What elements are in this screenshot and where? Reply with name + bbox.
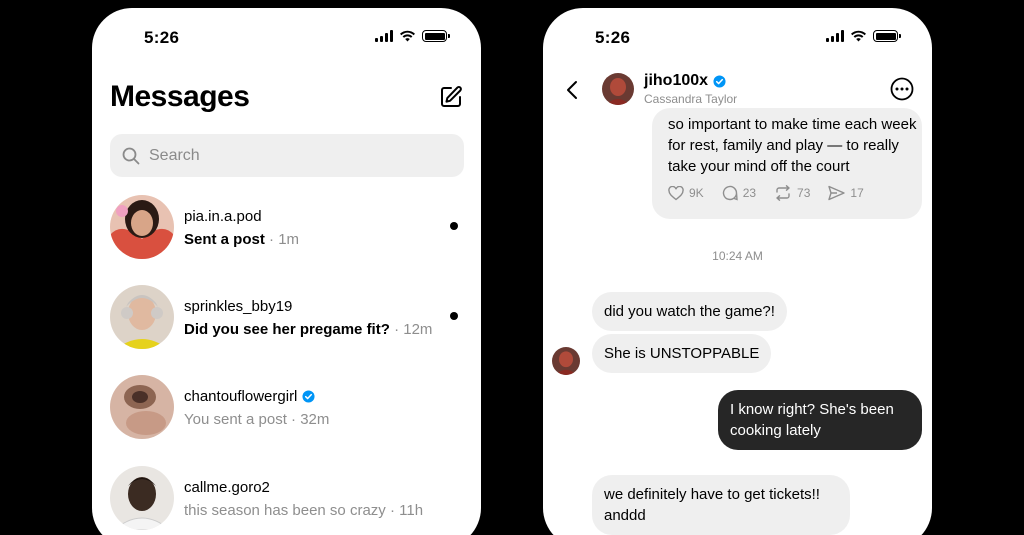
thread-preview: this season has been so crazy · 11h xyxy=(184,502,424,519)
wifi-icon xyxy=(400,30,415,42)
thread-username: chantouflowergirl xyxy=(184,388,298,405)
status-time: 5:26 xyxy=(144,28,180,47)
message-bubble-incoming[interactable]: She is UNSTOPPABLE xyxy=(592,334,772,373)
shares-count: 17 xyxy=(850,186,864,200)
search-icon xyxy=(122,147,140,164)
battery-icon xyxy=(873,30,901,42)
contact-full-name: Cassandra Taylor xyxy=(644,92,738,106)
comments-count: 23 xyxy=(742,186,757,200)
page-title: Messages xyxy=(110,80,250,113)
post-stats: 9K 23 73 17 xyxy=(668,185,864,201)
compose-button[interactable] xyxy=(437,83,465,111)
cellular-signal-icon xyxy=(375,30,393,42)
status-bar: 5:26 xyxy=(92,8,481,68)
message-bubble-incoming[interactable]: did you watch the game?! xyxy=(592,292,787,331)
verified-badge-icon xyxy=(713,74,726,88)
heart-icon xyxy=(668,185,684,200)
conversation-phone: 5:26 jiho100x Cassandra Taylor so import… xyxy=(543,8,932,535)
thread-sprinkles-bby19[interactable]: sprinkles_bby19 Did you see her pregame … xyxy=(110,285,470,351)
avatar xyxy=(110,466,174,530)
unread-indicator xyxy=(450,222,458,230)
thread-username: pia.in.a.pod xyxy=(184,208,262,225)
cellular-signal-icon xyxy=(826,30,844,42)
message-bubble-outgoing[interactable]: I know right? She's been cooking lately xyxy=(718,390,922,450)
shared-post-card[interactable]: so important to make time each week for … xyxy=(652,108,922,219)
more-horizontal-icon xyxy=(890,77,914,101)
likes-count: 9K xyxy=(689,186,704,200)
battery-icon xyxy=(422,30,450,42)
more-options-button[interactable] xyxy=(890,77,914,101)
back-button[interactable] xyxy=(565,78,585,102)
time-divider: 10:24 AM xyxy=(712,249,763,263)
thread-preview: Did you see her pregame fit? · 12m xyxy=(184,321,433,338)
thread-preview: You sent a post · 32m xyxy=(184,411,330,428)
comment-icon xyxy=(722,185,738,201)
thread-timestamp: · 1m xyxy=(269,231,300,248)
compose-icon xyxy=(441,86,462,107)
status-bar: 5:26 xyxy=(543,8,932,68)
wifi-icon xyxy=(851,30,866,42)
thread-timestamp: · 32m xyxy=(291,411,330,428)
thread-timestamp: · 12m xyxy=(394,321,433,338)
unread-indicator xyxy=(450,312,458,320)
thread-chantouflowergirl[interactable]: chantouflowergirl You sent a post · 32m xyxy=(110,375,470,441)
avatar xyxy=(110,375,174,439)
verified-badge-icon xyxy=(302,390,315,403)
avatar xyxy=(110,285,174,349)
thread-callme-goro2[interactable]: callme.goro2 this season has been so cra… xyxy=(110,466,470,532)
thread-timestamp: · 11h xyxy=(389,502,424,519)
search-bar[interactable] xyxy=(110,134,464,177)
reposts-count: 73 xyxy=(797,186,811,200)
avatar xyxy=(110,195,174,259)
inbox-phone: 5:26 Messages Search pia.in.a.pod Sent a… xyxy=(92,8,481,535)
share-send-icon xyxy=(828,185,846,201)
contact-username[interactable]: jiho100x xyxy=(644,72,708,90)
message-bubble-incoming[interactable]: we definitely have to get tickets!! andd… xyxy=(592,475,850,535)
status-time: 5:26 xyxy=(595,28,631,47)
shared-post-text: so important to make time each week for … xyxy=(668,116,917,175)
thread-username: sprinkles_bby19 xyxy=(184,298,293,315)
contact-avatar[interactable] xyxy=(602,73,634,105)
chevron-left-icon xyxy=(567,81,577,99)
repost-icon xyxy=(776,185,790,201)
thread-preview: Sent a post · 1m xyxy=(184,231,300,248)
sender-avatar xyxy=(552,347,580,375)
thread-username: callme.goro2 xyxy=(184,479,270,496)
thread-pia-in-a-pod[interactable]: pia.in.a.pod Sent a post · 1m xyxy=(110,195,470,261)
search-input[interactable] xyxy=(149,146,449,165)
